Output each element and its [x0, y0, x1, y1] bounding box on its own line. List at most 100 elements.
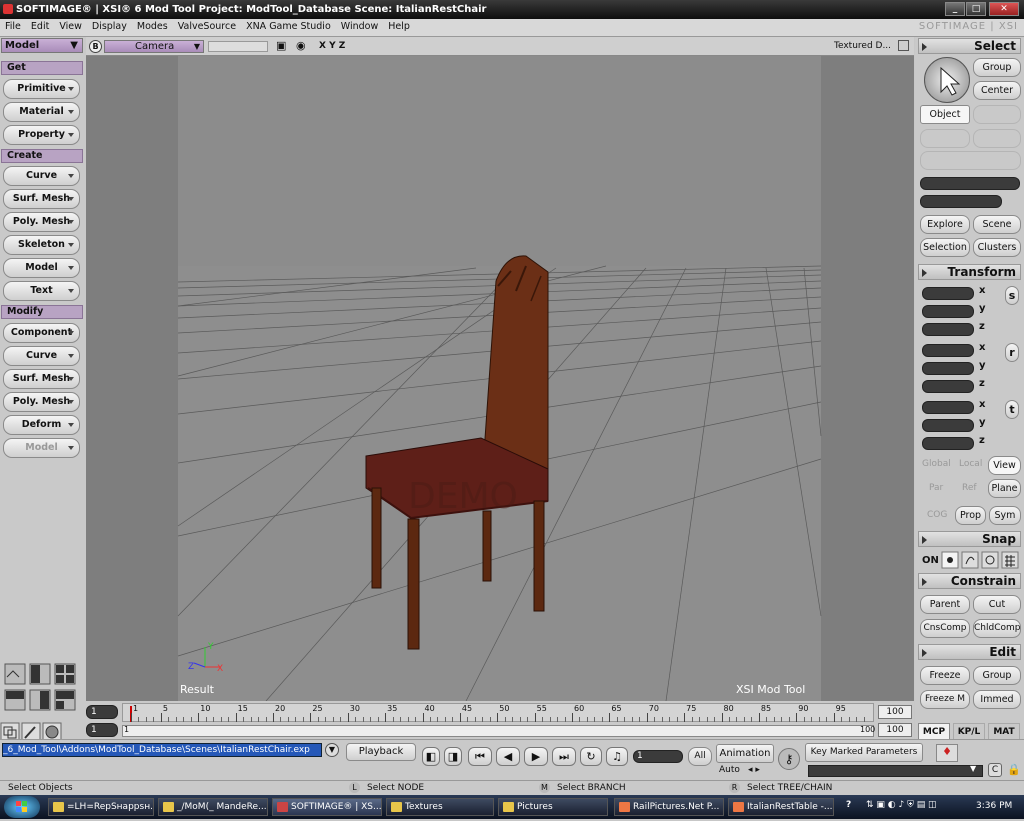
freeze-m-button[interactable]: Freeze M [920, 690, 970, 709]
maximize-viewport-icon[interactable] [898, 40, 909, 51]
timeline-start-field[interactable]: 1 [86, 705, 118, 719]
taskbar-item[interactable]: ItalianRestTable -... [728, 798, 834, 816]
cycle-icon[interactable]: C [988, 763, 1002, 777]
skeleton-button[interactable]: Skeleton [3, 235, 80, 255]
primitive-button[interactable]: Primitive [3, 79, 80, 99]
selection-button[interactable]: Selection [920, 238, 970, 257]
keying-set-dropdown[interactable] [808, 765, 983, 777]
scale-button[interactable]: s [1005, 286, 1019, 305]
view-button[interactable]: View [988, 456, 1021, 475]
global-button[interactable]: Global [922, 459, 951, 469]
component-button[interactable]: Component [3, 323, 80, 343]
lock-icon[interactable]: 🔒 [1007, 763, 1021, 776]
select-arrow-button[interactable] [924, 57, 970, 103]
next-frame-icon[interactable]: ◨ [444, 747, 462, 766]
menu-file[interactable]: File [0, 19, 26, 32]
taskbar-item[interactable]: _/MoM(_ MandeRe... [158, 798, 268, 816]
edit-group-button[interactable]: Group [973, 666, 1021, 685]
current-frame-field[interactable]: 1 [633, 750, 683, 763]
translate-z-field[interactable] [922, 437, 974, 450]
scale-x-field[interactable] [922, 287, 974, 300]
menu-edit[interactable]: Edit [26, 19, 54, 32]
cut-button[interactable]: Cut [973, 595, 1021, 614]
taskbar-item[interactable]: Pictures [498, 798, 608, 816]
modify-surf-mesh-button[interactable]: Surf. Mesh [3, 369, 80, 389]
camera-dropdown[interactable]: Camera ▼ [104, 40, 204, 53]
translate-button[interactable]: t [1005, 400, 1019, 419]
key-nav-arrows[interactable]: ◂ ▸ [748, 765, 760, 775]
viewport[interactable]: B Camera ▼ ▣ ◉ X Y Z Textured D... DEMO [86, 37, 914, 701]
select-filter-slot-3[interactable] [973, 129, 1021, 148]
shading-mode[interactable]: Textured D... [834, 41, 891, 51]
scene-view[interactable]: DEMO Y X Z Result XSI Mod Tool [86, 56, 914, 701]
chldcomp-button[interactable]: ChldComp [973, 619, 1021, 638]
modify-model-button[interactable]: Model [3, 438, 80, 458]
last-frame-icon[interactable]: ⏭ [552, 747, 576, 766]
menu-xna[interactable]: XNA Game Studio [241, 19, 336, 32]
modify-poly-mesh-button[interactable]: Poly. Mesh [3, 392, 80, 412]
range-end-field[interactable]: 100 [878, 723, 912, 737]
taskbar-item[interactable]: RailPictures.Net P... [614, 798, 724, 816]
minimize-button[interactable]: _ [945, 2, 965, 16]
immed-button[interactable]: Immed [973, 690, 1021, 709]
tray-icons[interactable]: ⇅ ▣ ◐ ♪ ⛨ ▤ ◫ [866, 800, 937, 810]
translate-y-field[interactable] [922, 419, 974, 432]
group-select-button[interactable]: Group [973, 58, 1021, 77]
key-icon[interactable]: ⚷ [778, 748, 800, 770]
camera-icon[interactable]: ▣ [276, 39, 286, 52]
modify-curve-button[interactable]: Curve [3, 346, 80, 366]
audio-icon[interactable]: ♫ [606, 747, 628, 766]
range-start-field[interactable]: 1 [86, 723, 118, 737]
select-filter-slot-2[interactable] [920, 129, 970, 148]
timeline-end-field[interactable]: 100 [878, 705, 912, 719]
explore-button[interactable]: Explore [920, 215, 970, 234]
freeze-button[interactable]: Freeze [920, 666, 970, 685]
play-forward-icon[interactable]: ▶ [524, 747, 548, 766]
first-frame-icon[interactable]: ⏮ [468, 747, 492, 766]
all-button[interactable]: All [688, 747, 712, 766]
scene-path-field[interactable]: _6_Mod_Tool\Addons\ModTool_Database\Scen… [2, 743, 322, 757]
taskbar-item[interactable]: Textures [386, 798, 494, 816]
prev-frame-icon[interactable]: ◧ [422, 747, 440, 766]
range-slider[interactable] [122, 725, 874, 737]
ref-button[interactable]: Ref [962, 483, 977, 493]
selection-field-2[interactable] [920, 195, 1002, 208]
mode-selector[interactable]: Model ▼ [1, 38, 83, 53]
taskbar-item-active[interactable]: SOFTIMAGE® | XS... [272, 798, 382, 816]
rotate-z-field[interactable] [922, 380, 974, 393]
loop-icon[interactable]: ↻ [580, 747, 602, 766]
menu-display[interactable]: Display [87, 19, 132, 32]
selection-field[interactable] [920, 177, 1020, 190]
eye-icon[interactable]: ◉ [296, 39, 306, 52]
auto-key-toggle[interactable]: Auto [719, 765, 740, 775]
cnscomp-button[interactable]: CnsComp [920, 619, 970, 638]
object-button[interactable]: Object [920, 105, 970, 124]
snap-mode-icons[interactable] [941, 551, 1021, 569]
material-button[interactable]: Material [3, 102, 80, 122]
local-button[interactable]: Local [959, 459, 982, 469]
create-curve-button[interactable]: Curve [3, 166, 80, 186]
select-dropdown[interactable] [920, 151, 1021, 170]
scale-z-field[interactable] [922, 323, 974, 336]
layout-icon[interactable] [4, 663, 82, 713]
animation-button[interactable]: Animation [716, 744, 774, 763]
key-marked-parameters-button[interactable]: Key Marked Parameters [805, 743, 923, 762]
property-button[interactable]: Property [3, 125, 80, 145]
prop-button[interactable]: Prop [955, 506, 986, 525]
deform-button[interactable]: Deform [3, 415, 80, 435]
rotate-y-field[interactable] [922, 362, 974, 375]
menu-modes[interactable]: Modes [132, 19, 173, 32]
par-button[interactable]: Par [929, 483, 943, 493]
menu-valvesource[interactable]: ValveSource [173, 19, 241, 32]
cog-button[interactable]: COG [927, 510, 947, 520]
start-button[interactable] [4, 796, 40, 818]
clusters-button[interactable]: Clusters [973, 238, 1021, 257]
keyframe-icon[interactable]: ♦ [936, 744, 958, 762]
time-ruler[interactable]: 1 5 10 15 20 25 30 35 40 45 50 55 60 65 70 75 80 85 90 95 [122, 703, 874, 722]
play-backward-icon[interactable]: ◀ [496, 747, 520, 766]
select-filter-slot[interactable] [973, 105, 1021, 124]
menu-view[interactable]: View [54, 19, 87, 32]
chevron-down-icon[interactable]: ▼ [325, 743, 339, 757]
rotate-button[interactable]: r [1005, 343, 1019, 362]
taskbar-item[interactable]: =LH=RepSнарpsн... [48, 798, 154, 816]
